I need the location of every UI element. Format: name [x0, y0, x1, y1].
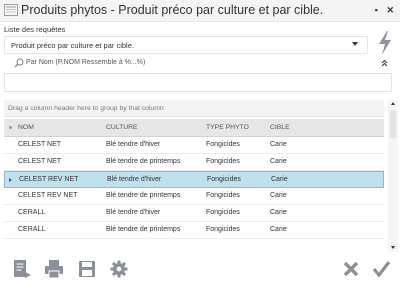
cell-nom: CELEST NET	[18, 141, 62, 148]
vertical-scrollbar[interactable]	[388, 100, 398, 252]
table-row[interactable]: CELEST NET Blé tendre de printemps Fongici…	[4, 154, 384, 171]
cell-type-phyto: Fongicides	[206, 209, 240, 216]
grid-header: NOM CULTURE TYPE PHYTO CIBLE	[4, 119, 384, 137]
cell-cible: Carie	[270, 158, 287, 165]
column-header-cible[interactable]: CIBLE	[270, 124, 290, 131]
cell-cible: Carie	[271, 176, 288, 183]
collapse-icon[interactable]	[381, 59, 388, 67]
current-row-icon	[9, 178, 12, 182]
gear-icon	[110, 260, 128, 278]
cell-culture: Blé tendre d'hiver	[107, 176, 162, 183]
cell-type-phyto: Fongicides	[206, 192, 240, 199]
header-marker-icon	[9, 126, 12, 129]
table-row[interactable]: CELEST REV NET Blé tendre d'hiver Fongicid…	[4, 171, 384, 188]
title-bar: Produits phytos - Produit préco par cult…	[0, 0, 400, 22]
close-window-button[interactable]: ✕	[386, 5, 394, 16]
export-button[interactable]	[11, 258, 33, 280]
cell-nom: CELEST NET	[18, 158, 62, 165]
query-select[interactable]: Produit préco par culture et par cible.	[4, 36, 368, 54]
cancel-button[interactable]	[340, 258, 362, 280]
cell-cible: Carie	[270, 141, 287, 148]
table-row[interactable]: CERALL Blé tendre d'hiver Fongicides Carie	[4, 205, 384, 222]
table-row[interactable]: CERPROTECTEUR N°1Toutes culturesAdjuvant…	[4, 239, 384, 240]
search-icon	[14, 58, 24, 68]
cell-nom: CELEST REV NET	[18, 192, 78, 199]
scroll-down-icon[interactable]	[391, 246, 395, 249]
name-filter-input[interactable]	[4, 73, 392, 92]
export-icon	[14, 260, 31, 278]
lightning-icon	[379, 31, 391, 55]
column-header-type-phyto[interactable]: TYPE PHYTO	[206, 124, 249, 131]
column-header-culture[interactable]: CULTURE	[106, 124, 138, 131]
run-query-button[interactable]	[375, 30, 395, 56]
cell-cible: Carie	[270, 192, 287, 199]
save-icon	[79, 261, 95, 277]
cell-cible: Carie	[270, 209, 287, 216]
cell-nom: CERALL	[18, 226, 46, 233]
print-button[interactable]	[43, 258, 65, 280]
group-by-panel[interactable]: Drag a column header here to group by th…	[4, 100, 384, 117]
chevron-down-icon	[352, 42, 358, 46]
check-icon	[372, 261, 391, 278]
cell-culture: Blé tendre d'hiver	[106, 141, 161, 148]
bottom-toolbar	[0, 254, 400, 284]
table-row[interactable]: CELEST REV NET Blé tendre de printemps Fon…	[4, 188, 384, 205]
cell-type-phyto: Fongicides	[207, 176, 241, 183]
cancel-icon	[343, 261, 359, 277]
group-by-hint: Drag a column header here to group by th…	[8, 105, 164, 112]
scroll-up-icon[interactable]	[391, 102, 395, 105]
confirm-button[interactable]	[370, 258, 392, 280]
results-grid: Drag a column header here to group by th…	[4, 100, 384, 240]
cell-cible: Carie	[270, 226, 287, 233]
settings-button[interactable]	[108, 258, 130, 280]
scroll-thumb[interactable]	[390, 110, 396, 138]
filter-label: Par Nom (P.NOM Ressemble à %...%)	[26, 59, 146, 66]
cell-nom: CERALL	[18, 209, 46, 216]
table-row[interactable]: CERALL Blé tendre de printemps Fongicides C…	[4, 222, 384, 239]
column-header-nom[interactable]: NOM	[18, 124, 34, 131]
query-list-label: Liste des requêtes	[4, 25, 66, 34]
app-icon	[4, 4, 18, 16]
cell-type-phyto: Fongicides	[206, 226, 240, 233]
window-title: Produits phytos - Produit préco par cult…	[21, 3, 324, 17]
query-select-value: Produit préco par culture et par cible.	[11, 41, 134, 50]
cell-culture: Blé tendre d'hiver	[106, 209, 161, 216]
cell-culture: Blé tendre de printemps	[106, 192, 181, 199]
save-button[interactable]	[76, 258, 98, 280]
print-icon	[45, 260, 63, 279]
cell-nom: CELEST REV NET	[19, 176, 79, 183]
table-row[interactable]: CELEST NET Blé tendre d'hiver Fongicides Ca…	[4, 137, 384, 154]
filter-bar: Par Nom (P.NOM Ressemble à %...%)	[4, 58, 392, 70]
cell-culture: Blé tendre de printemps	[106, 226, 181, 233]
cell-type-phyto: Fongicides	[206, 158, 240, 165]
grid-rows: CELEST NET Blé tendre d'hiver Fongicides Ca…	[4, 137, 384, 240]
minimize-button[interactable]: ▪	[375, 5, 378, 15]
cell-type-phyto: Fongicides	[206, 141, 240, 148]
cell-culture: Blé tendre de printemps	[106, 158, 181, 165]
